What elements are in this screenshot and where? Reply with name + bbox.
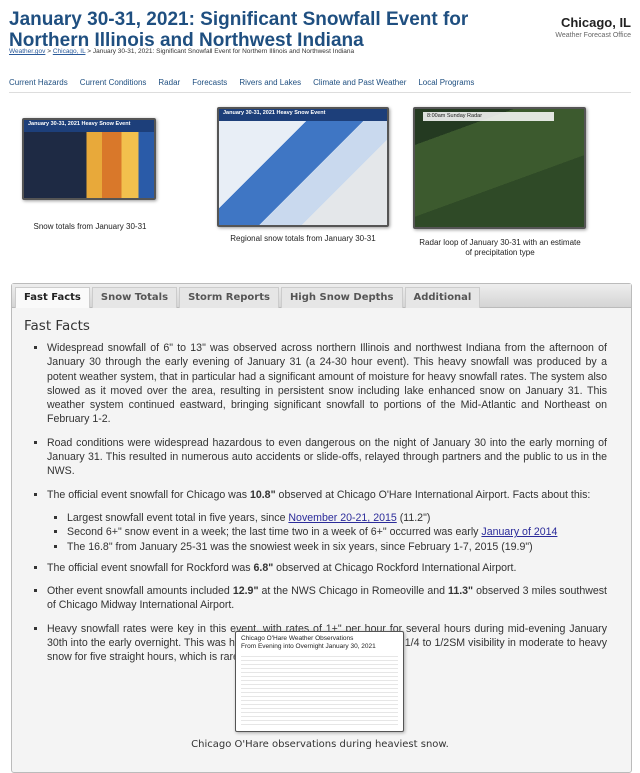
image-title: January 30-31, 2021 Heavy Snow Event — [219, 109, 387, 121]
fact-text: The official event snowfall for Rockford… — [47, 561, 254, 574]
tab-storm-reports[interactable]: Storm Reports — [179, 287, 279, 308]
nav-current-conditions[interactable]: Current Conditions — [80, 78, 147, 87]
image-title: 8:00am Sunday Radar — [423, 112, 554, 121]
fact-text: Other event snowfall amounts included — [47, 585, 233, 598]
link-january-2014[interactable]: January of 2014 — [481, 526, 557, 538]
nav-current-hazards[interactable]: Current Hazards — [9, 78, 68, 87]
obs-subtitle: From Evening into Overnight January 30, … — [241, 643, 376, 650]
breadcrumb-home[interactable]: Weather.gov — [9, 48, 45, 55]
radar-loop-image[interactable]: 8:00am Sunday Radar — [413, 107, 586, 229]
fact-value: 10.8" — [249, 488, 276, 501]
snow-totals-image[interactable]: January 30-31, 2021 Heavy Snow Event — [22, 118, 156, 200]
breadcrumb-office[interactable]: Chicago, IL — [53, 48, 86, 55]
nav-forecasts[interactable]: Forecasts — [192, 78, 227, 87]
tab-snow-totals[interactable]: Snow Totals — [91, 287, 178, 308]
nav-climate[interactable]: Climate and Past Weather — [313, 78, 406, 87]
breadcrumb: Weather.gov > Chicago, IL > January 30-3… — [9, 48, 354, 55]
image-caption: Regional snow totals from January 30-31 — [230, 234, 376, 243]
office-label: Chicago, IL Weather Forecast Office — [555, 15, 631, 39]
tab-additional[interactable]: Additional — [404, 287, 481, 308]
breadcrumb-sep: > — [45, 48, 53, 55]
main-nav: Current Hazards Current Conditions Radar… — [9, 78, 474, 87]
nav-rivers-lakes[interactable]: Rivers and Lakes — [239, 78, 301, 87]
ohare-observations-image[interactable]: Chicago O'Hare Weather Observations From… — [235, 631, 404, 732]
fact-item: The official event snowfall for Chicago … — [47, 488, 607, 554]
regional-snow-image[interactable]: January 30-31, 2021 Heavy Snow Event — [217, 107, 389, 227]
tab-fast-facts[interactable]: Fast Facts — [15, 287, 90, 308]
sub-fact: Second 6+" snow event in a week; the las… — [67, 525, 607, 539]
fact-value: 6.8" — [253, 561, 274, 574]
fast-facts-content: Widespread snowfall of 6" to 13" was obs… — [29, 341, 607, 674]
sub-fact: The 16.8" from January 25-31 was the sno… — [67, 540, 607, 554]
link-november-2015[interactable]: November 20-21, 2015 — [288, 512, 396, 524]
fact-item: Road conditions were widespread hazardou… — [47, 436, 607, 479]
office-subtitle: Weather Forecast Office — [555, 32, 631, 39]
fact-item: Widespread snowfall of 6" to 13" was obs… — [47, 341, 607, 427]
page-title: January 30-31, 2021: Significant Snowfal… — [9, 9, 469, 51]
fact-value: 11.3" — [448, 585, 474, 598]
nav-local-programs[interactable]: Local Programs — [418, 78, 474, 87]
nav-radar[interactable]: Radar — [158, 78, 180, 87]
fact-text: observed at Chicago Rockford Internation… — [273, 561, 517, 574]
fact-item: Other event snowfall amounts included 12… — [47, 584, 607, 613]
obs-caption: Chicago O'Hare observations during heavi… — [191, 739, 449, 750]
image-title: January 30-31, 2021 Heavy Snow Event — [24, 120, 154, 132]
image-caption: Snow totals from January 30-31 — [33, 222, 147, 231]
divider — [9, 92, 631, 93]
fact-text: at the NWS Chicago in Romeoville and — [258, 585, 449, 598]
breadcrumb-current: January 30-31, 2021: Significant Snowfal… — [92, 48, 355, 55]
obs-table — [241, 653, 398, 725]
fact-text: (11.2") — [396, 511, 431, 524]
breadcrumb-sep: > — [85, 48, 93, 55]
image-caption: Radar loop of January 30-31 with an esti… — [419, 238, 581, 257]
section-heading: Fast Facts — [24, 318, 90, 334]
office-city: Chicago, IL — [560, 15, 631, 30]
fact-text: The official event snowfall for Chicago … — [47, 488, 250, 501]
tab-bar: Fast Facts Snow Totals Storm Reports Hig… — [12, 284, 631, 308]
fact-value: 12.9" — [232, 585, 259, 598]
obs-title: Chicago O'Hare Weather Observations — [241, 635, 354, 642]
fact-item: The official event snowfall for Rockford… — [47, 561, 607, 575]
fact-text: observed at Chicago O'Hare International… — [275, 488, 591, 501]
fact-text: Second 6+" snow event in a week; the las… — [67, 526, 482, 539]
sub-fact: Largest snowfall event total in five yea… — [67, 511, 607, 525]
tab-high-snow-depths[interactable]: High Snow Depths — [280, 287, 403, 308]
fact-text: Largest snowfall event total in five yea… — [67, 511, 289, 524]
